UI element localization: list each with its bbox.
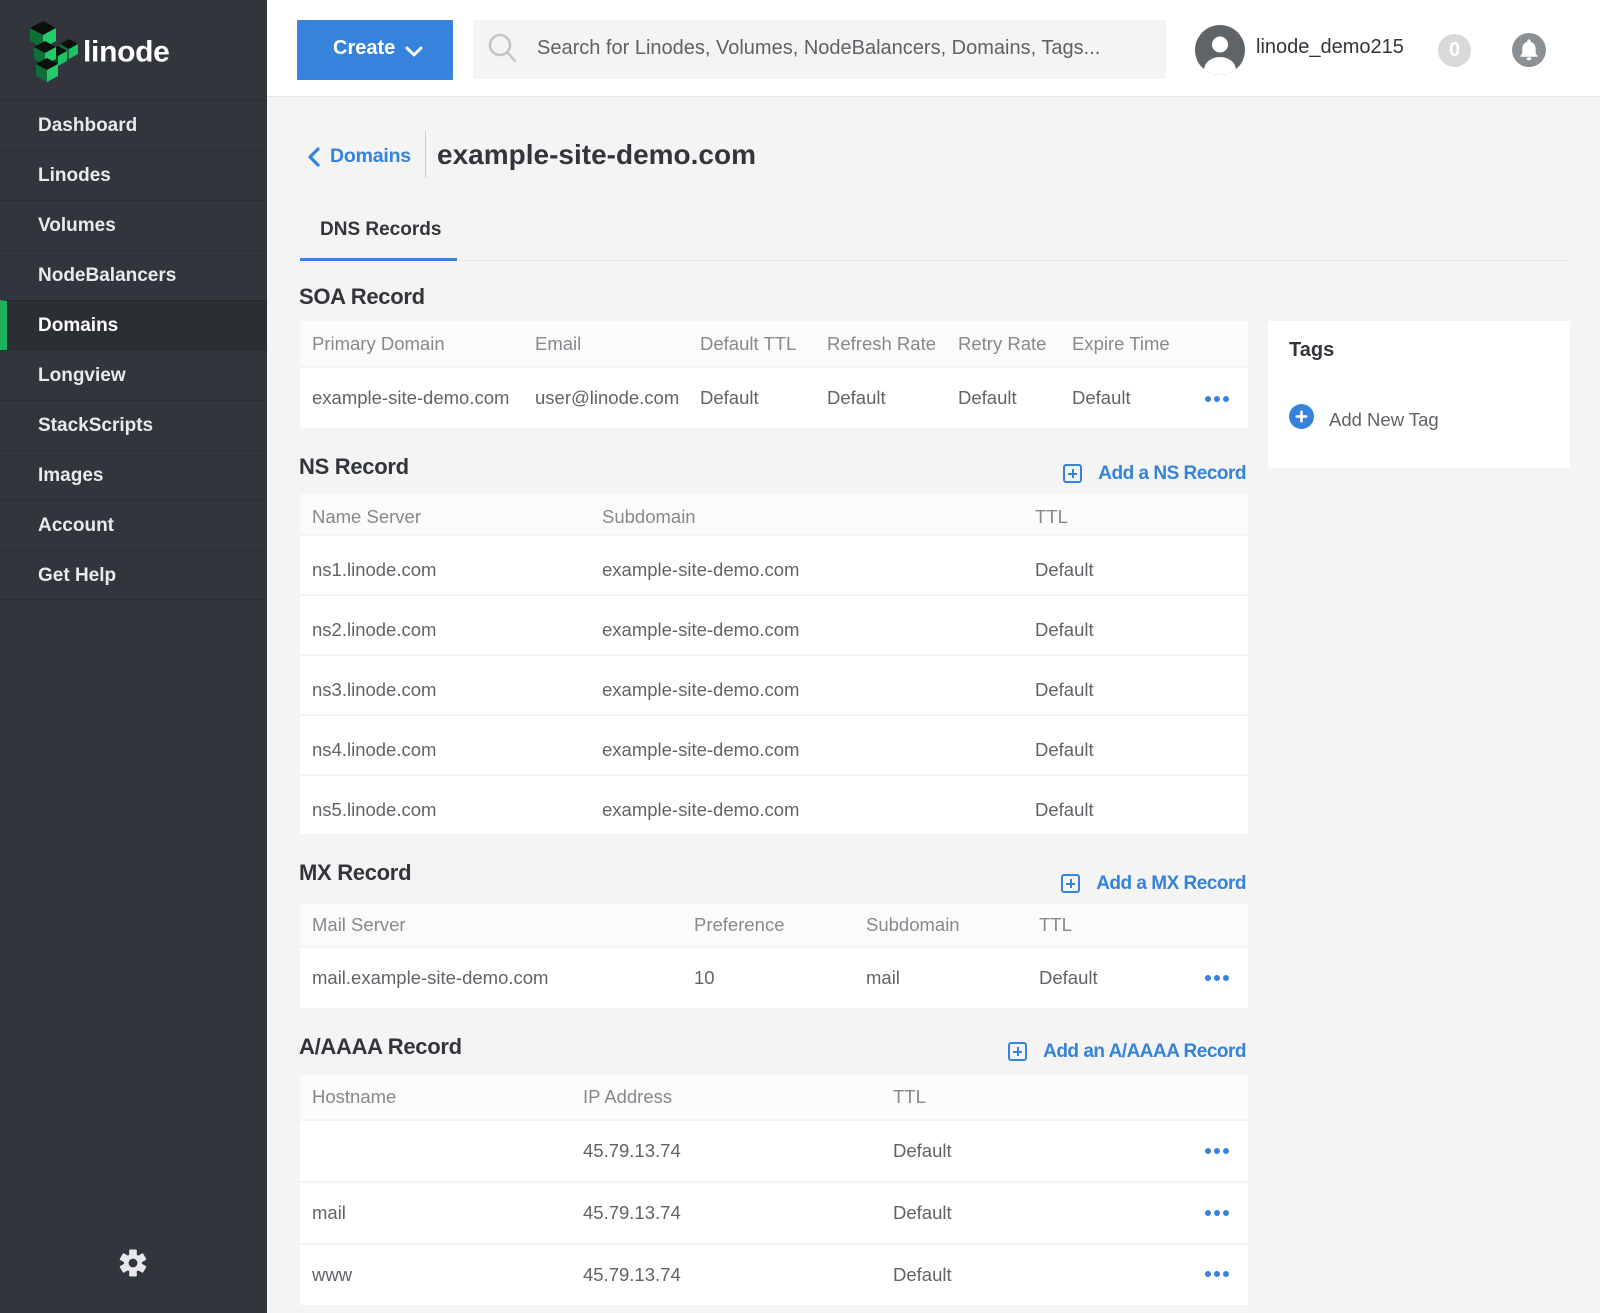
svg-text:linode: linode	[83, 36, 170, 69]
